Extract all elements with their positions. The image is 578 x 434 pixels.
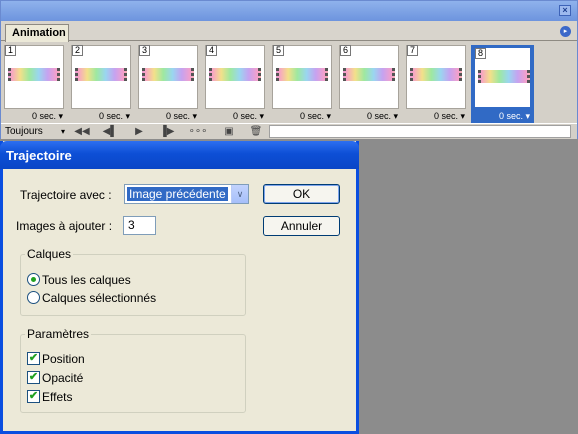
tween-with-value: Image précédente bbox=[126, 186, 229, 202]
frame-thumbnail-image bbox=[209, 68, 261, 81]
panel-titlebar: × bbox=[1, 1, 577, 21]
panel-menu-icon[interactable]: ▸ bbox=[560, 26, 571, 37]
loop-select[interactable]: Toujours ▾ bbox=[5, 125, 65, 139]
tween-dialog: Trajectoire Trajectoire avec : Image pré… bbox=[0, 141, 359, 434]
frame-thumbnail-image bbox=[478, 70, 530, 83]
position-checkbox[interactable]: ✔ bbox=[27, 352, 40, 365]
frames-to-add-input[interactable]: 3 bbox=[123, 216, 156, 235]
tab-animation[interactable]: Animation bbox=[5, 24, 69, 42]
frame-delay[interactable]: 0 sec. ▾ bbox=[4, 110, 67, 122]
chevron-down-icon: ▾ bbox=[60, 127, 65, 136]
frames-to-add-label: Images à ajouter : bbox=[16, 219, 113, 233]
frame-delay-value: 0 sec. bbox=[31, 111, 56, 121]
chevron-down-icon: ▾ bbox=[393, 111, 398, 121]
ok-button[interactable]: OK bbox=[263, 184, 340, 204]
frame-delay-value: 0 sec. bbox=[433, 111, 458, 121]
effects-label[interactable]: Effets bbox=[42, 390, 72, 404]
frame-thumbnail-image bbox=[276, 68, 328, 81]
frame-number: 3 bbox=[139, 45, 150, 56]
chevron-down-icon[interactable]: ∨ bbox=[231, 185, 248, 203]
chevron-down-icon: ▾ bbox=[460, 111, 465, 121]
selected-layers-label[interactable]: Calques sélectionnés bbox=[42, 291, 156, 305]
frame-delay[interactable]: 0 sec. ▾ bbox=[406, 110, 469, 122]
frame-number: 1 bbox=[5, 45, 16, 56]
frame-number: 8 bbox=[475, 48, 486, 59]
frame-delay[interactable]: 0 sec. ▾ bbox=[272, 110, 335, 122]
previous-frame-icon[interactable]: ◀▌ bbox=[99, 125, 121, 138]
frame-1[interactable]: 1 0 sec. ▾ bbox=[4, 45, 67, 123]
frame-number: 4 bbox=[206, 45, 217, 56]
frame-number: 7 bbox=[407, 45, 418, 56]
frame-thumbnail-image bbox=[410, 68, 462, 81]
frame-delay-value: 0 sec. bbox=[366, 111, 391, 121]
opacity-checkbox[interactable]: ✔ bbox=[27, 371, 40, 384]
frame-delay-value: 0 sec. bbox=[498, 111, 523, 121]
frame-5[interactable]: 5 0 sec. ▾ bbox=[272, 45, 335, 123]
play-icon[interactable]: ▶ bbox=[128, 125, 150, 138]
next-frame-icon[interactable]: ▐▶ bbox=[156, 125, 178, 138]
dialog-title: Trajectoire bbox=[6, 148, 72, 163]
first-frame-icon[interactable]: ◀◀ bbox=[71, 125, 93, 138]
frame-thumbnail-image bbox=[8, 68, 60, 81]
frame-3[interactable]: 3 0 sec. ▾ bbox=[138, 45, 201, 123]
frame-number: 2 bbox=[72, 45, 83, 56]
tween-with-label: Trajectoire avec : bbox=[20, 188, 112, 202]
frame-delay[interactable]: 0 sec. ▾ bbox=[339, 110, 402, 122]
all-layers-radio[interactable] bbox=[27, 273, 40, 286]
parameters-group-title: Paramètres bbox=[25, 327, 92, 341]
frame-thumbnail-image bbox=[142, 68, 194, 81]
animation-controls: Toujours ▾ ◀◀ ◀▌ ▶ ▐▶ ∘∘∘ ▣ 🗑 bbox=[1, 123, 577, 139]
frame-delay-value: 0 sec. bbox=[165, 111, 190, 121]
chevron-down-icon: ▾ bbox=[525, 111, 530, 121]
chevron-down-icon: ▾ bbox=[58, 111, 63, 121]
frame-delay[interactable]: 0 sec. ▾ bbox=[71, 110, 134, 122]
frame-delay[interactable]: 0 sec. ▾ bbox=[138, 110, 201, 122]
duplicate-frame-icon[interactable]: ▣ bbox=[218, 125, 240, 138]
loop-value: Toujours bbox=[5, 126, 43, 137]
effects-checkbox[interactable]: ✔ bbox=[27, 390, 40, 403]
all-layers-label[interactable]: Tous les calques bbox=[42, 273, 131, 287]
frame-delay-value: 0 sec. bbox=[299, 111, 324, 121]
frame-6[interactable]: 6 0 sec. ▾ bbox=[339, 45, 402, 123]
dialog-titlebar: Trajectoire bbox=[0, 141, 359, 169]
frame-7[interactable]: 7 0 sec. ▾ bbox=[406, 45, 469, 123]
animation-panel: × Animation ▸ 1 0 sec. ▾ 2 0 sec. ▾ 3 0 … bbox=[0, 0, 578, 139]
chevron-down-icon: ▾ bbox=[192, 111, 197, 121]
frame-number: 6 bbox=[340, 45, 351, 56]
panel-tab-row: Animation ▸ bbox=[1, 21, 577, 42]
selected-layers-radio[interactable] bbox=[27, 291, 40, 304]
chevron-down-icon: ▾ bbox=[326, 111, 331, 121]
frame-thumbnail-image bbox=[343, 68, 395, 81]
chevron-down-icon: ▾ bbox=[259, 111, 264, 121]
frame-delay[interactable]: 0 sec. ▾ bbox=[205, 110, 268, 122]
tween-icon[interactable]: ∘∘∘ bbox=[187, 125, 209, 138]
tween-with-select[interactable]: Image précédente ∨ bbox=[124, 184, 249, 204]
close-icon[interactable]: × bbox=[559, 5, 571, 16]
frame-4[interactable]: 4 0 sec. ▾ bbox=[205, 45, 268, 123]
frame-delay-value: 0 sec. bbox=[232, 111, 257, 121]
frame-thumbnail-image bbox=[75, 68, 127, 81]
opacity-label[interactable]: Opacité bbox=[42, 371, 83, 385]
frame-scrollbar[interactable] bbox=[269, 125, 571, 138]
chevron-down-icon: ▾ bbox=[125, 111, 130, 121]
trash-icon[interactable]: 🗑 bbox=[245, 125, 267, 138]
layers-group-title: Calques bbox=[25, 247, 74, 261]
frame-number: 5 bbox=[273, 45, 284, 56]
frame-8-selected[interactable]: 8 0 sec. ▾ bbox=[471, 45, 534, 123]
frame-delay[interactable]: 0 sec. ▾ bbox=[471, 110, 534, 122]
frame-delay-value: 0 sec. bbox=[98, 111, 123, 121]
position-label[interactable]: Position bbox=[42, 352, 85, 366]
cancel-button[interactable]: Annuler bbox=[263, 216, 340, 236]
frame-2[interactable]: 2 0 sec. ▾ bbox=[71, 45, 134, 123]
frame-strip: 1 0 sec. ▾ 2 0 sec. ▾ 3 0 sec. ▾ 4 0 sec… bbox=[4, 45, 576, 123]
